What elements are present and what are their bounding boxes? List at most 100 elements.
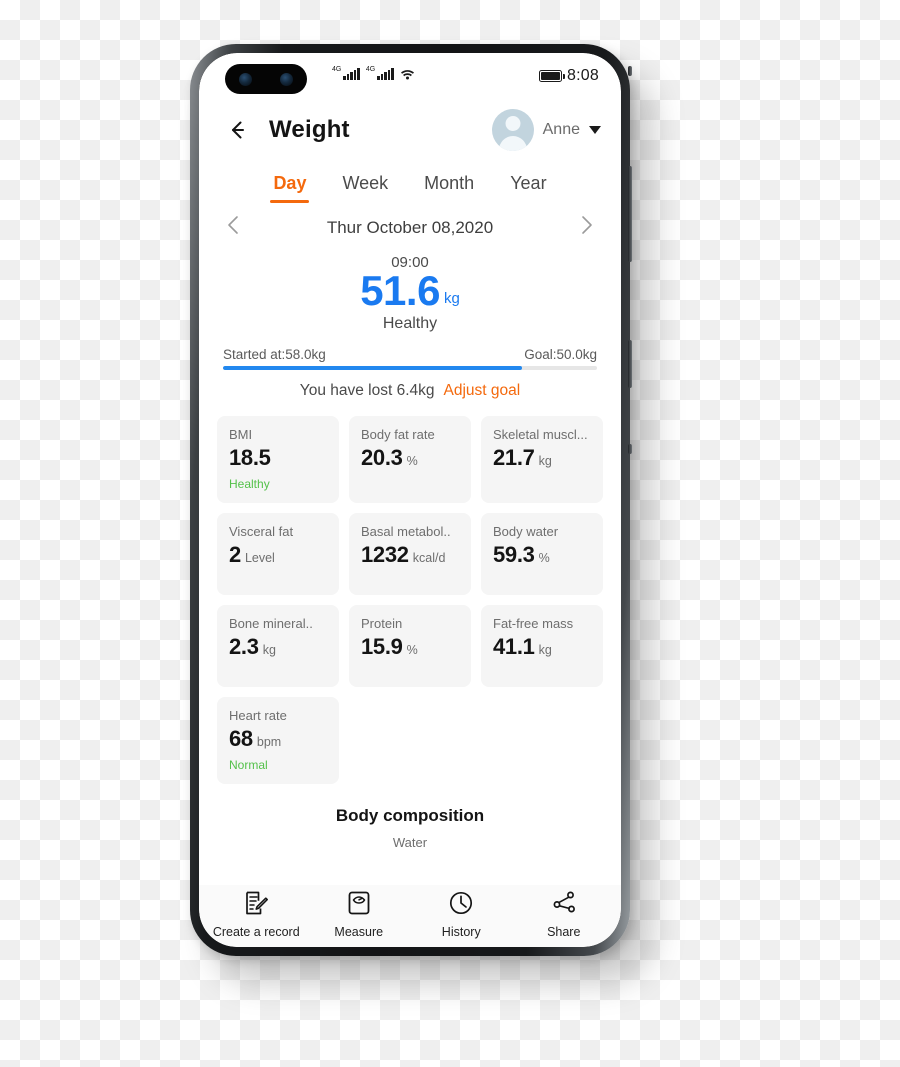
metric-value-row: 41.1 kg — [493, 634, 591, 660]
chevron-right-icon[interactable] — [576, 213, 596, 242]
weight-unit: kg — [443, 290, 460, 308]
goal-progress: Started at:58.0kg Goal:50.0kg — [217, 347, 603, 371]
metric-card[interactable]: Bone mineral.. 2.3 kg — [217, 605, 339, 688]
metric-value-row: 18.5 — [229, 445, 327, 471]
metric-card[interactable]: Fat-free mass 41.1 kg — [481, 605, 603, 688]
camera-cutout — [225, 64, 307, 94]
tab-month[interactable]: Month — [421, 169, 477, 203]
tab-year[interactable]: Year — [507, 169, 549, 203]
back-arrow-icon[interactable] — [223, 115, 253, 145]
metric-label: BMI — [229, 427, 253, 443]
adjust-goal-link[interactable]: Adjust goal — [444, 382, 521, 400]
goal-target-label: Goal:50.0kg — [524, 347, 597, 363]
metric-value: 68 — [229, 726, 253, 752]
metric-value: 59.3 — [493, 542, 535, 568]
metric-label: Fat-free mass — [493, 616, 574, 632]
weight-lost-text: You have lost 6.4kg — [299, 382, 435, 400]
nav-history[interactable]: History — [417, 890, 505, 939]
signal-bars-sim2-icon: 4G — [366, 66, 394, 80]
nav-label-share: Share — [547, 924, 581, 939]
metric-value-row: 2 Level — [229, 542, 327, 568]
nav-label-create-a-record: Create a record — [212, 924, 300, 939]
metric-value-row: 59.3% — [493, 542, 591, 568]
metric-card[interactable]: Body water 59.3% — [481, 513, 603, 596]
metric-label: Protein — [361, 616, 403, 632]
metric-value: 2.3 — [229, 634, 259, 660]
weight-value: 51.6 — [360, 267, 440, 314]
status-bar-clock: 8:08 — [567, 67, 599, 84]
battery-full-icon — [539, 70, 566, 82]
status-bar-right: 8:08 — [539, 67, 599, 85]
chevron-left-icon[interactable] — [224, 213, 244, 242]
period-tabs: Day Week Month Year — [199, 161, 621, 203]
network-type-sim1: 4G — [332, 66, 342, 73]
profile-selector[interactable]: Anne — [491, 109, 601, 151]
main-content: Thur October 08,2020 09:00 51.6 kg Healt… — [199, 203, 621, 885]
device-side-button-bottom[interactable] — [628, 444, 632, 454]
status-bar-signals: 4G 4G — [332, 66, 415, 80]
profile-name: Anne — [542, 121, 580, 138]
phone-bezel: 4G 4G 8:08 Weight Anne Day Week Month Ye… — [199, 53, 621, 947]
metric-card[interactable]: Protein 15.9% — [349, 605, 471, 688]
create-record-icon — [243, 890, 269, 921]
metric-card[interactable]: Body fat rate 20.3% — [349, 416, 471, 504]
metric-unit: kcal/d — [412, 551, 446, 566]
metric-value-row: 20.3% — [361, 445, 459, 471]
nav-label-history: History — [441, 924, 481, 939]
nav-measure[interactable]: Measure — [315, 890, 403, 939]
metric-value: 18.5 — [229, 445, 271, 471]
nav-create-a-record[interactable]: Create a record — [212, 890, 300, 939]
metric-unit: kg — [262, 643, 276, 658]
metric-unit: Level — [244, 551, 275, 566]
phone-screen: 4G 4G 8:08 Weight Anne Day Week Month Ye… — [199, 53, 621, 947]
metric-label: Heart rate — [229, 708, 287, 724]
signal-bars-sim1-icon: 4G — [332, 66, 360, 80]
camera-lens-right — [280, 72, 293, 86]
metric-unit: % — [406, 454, 418, 469]
weight-reading: 51.6 kg — [217, 267, 603, 314]
metric-card[interactable]: BMI 18.5 Healthy — [217, 416, 339, 504]
power-button[interactable] — [628, 340, 632, 388]
metric-label: Body fat rate — [361, 427, 435, 443]
clock-icon — [448, 890, 474, 921]
metric-unit: kg — [538, 454, 552, 469]
metric-status-note: Healthy — [229, 477, 270, 492]
nav-label-measure: Measure — [334, 924, 384, 939]
goal-progress-track — [223, 366, 597, 371]
device-side-button-top[interactable] — [628, 66, 632, 76]
metric-unit: % — [406, 643, 418, 658]
metric-value-row: 15.9% — [361, 634, 459, 660]
metric-value-row: 2.3 kg — [229, 634, 327, 660]
metric-card[interactable]: Visceral fat 2 Level — [217, 513, 339, 596]
metric-value: 15.9 — [361, 634, 403, 660]
scale-icon — [346, 890, 372, 921]
weight-status-label: Healthy — [382, 315, 438, 333]
metric-status-note: Normal — [229, 758, 268, 773]
metric-value: 20.3 — [361, 445, 403, 471]
nav-share[interactable]: Share — [520, 890, 608, 939]
user-avatar-icon — [491, 109, 534, 151]
metric-card[interactable]: Heart rate 68 bpm Normal — [217, 697, 339, 785]
status-bar: 4G 4G 8:08 — [199, 53, 621, 99]
goal-progress-fill — [223, 366, 523, 371]
metric-label: Skeletal muscl... — [493, 427, 588, 443]
metrics-grid: BMI 18.5 Healthy Body fat rate 20.3% Skeletal… — [217, 416, 603, 785]
volume-rocker-button[interactable] — [628, 166, 632, 262]
body-composition-title: Body composition — [335, 806, 485, 826]
metric-unit: % — [538, 551, 550, 566]
metric-card[interactable]: Basal metabol.. 1232 kcal/d — [349, 513, 471, 596]
phone-device-frame: 4G 4G 8:08 Weight Anne Day Week Month Ye… — [190, 44, 632, 956]
metric-card[interactable]: Skeletal muscl... 21.7 kg — [481, 416, 603, 504]
weight-lost-row: You have lost 6.4kg Adjust goal — [217, 382, 603, 400]
body-composition-first-item: Water — [392, 835, 428, 851]
metric-unit: kg — [538, 643, 552, 658]
metric-label: Body water — [493, 524, 559, 540]
tab-week[interactable]: Week — [339, 169, 391, 203]
metric-value-row: 1232 kcal/d — [361, 542, 459, 568]
metric-label: Bone mineral.. — [229, 616, 313, 632]
metric-value-row: 68 bpm — [229, 726, 327, 752]
share-icon — [551, 890, 577, 921]
metric-value: 1232 — [361, 542, 409, 568]
tab-day[interactable]: Day — [270, 169, 310, 203]
goal-labels: Started at:58.0kg Goal:50.0kg — [223, 347, 597, 362]
